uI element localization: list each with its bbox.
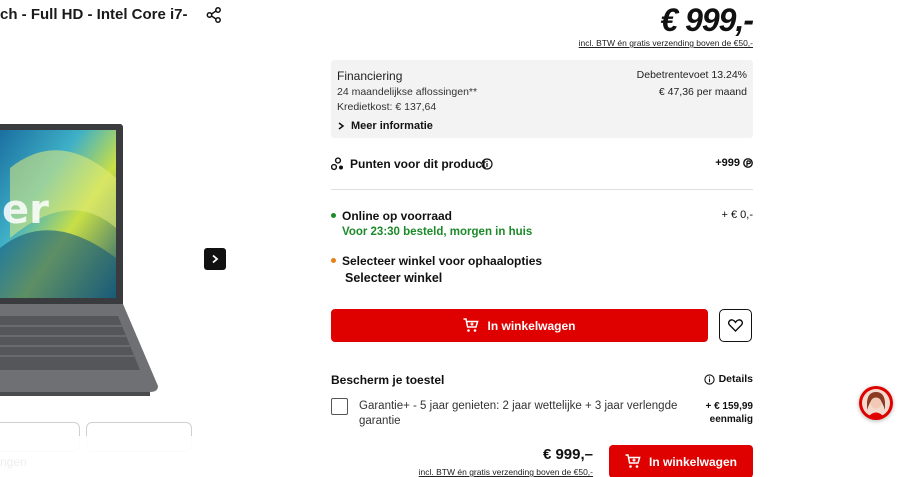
price-vat-note[interactable]: incl. BTW én gratis verzending boven de … [579, 38, 753, 48]
points-coin-icon [743, 158, 753, 168]
chevron-right-icon [338, 122, 345, 130]
stock-status-dot [331, 213, 336, 218]
sticky-vat-note[interactable]: incl. BTW én gratis verzending boven de … [419, 467, 593, 477]
warranty-checkbox[interactable] [331, 398, 348, 415]
points-row: Punten voor dit product +999 [331, 155, 753, 175]
more-info-link[interactable]: Meer informatie [337, 120, 433, 132]
financing-credit-cost: Kredietkost: € 137,64 [337, 101, 437, 113]
details-link[interactable]: Details [703, 373, 753, 385]
financing-title: Financiering [337, 69, 403, 83]
add-to-cart-label: In winkelwagen [487, 318, 576, 333]
sticky-price: € 999,– [542, 446, 593, 463]
select-store-link[interactable]: Selecteer winkel [345, 271, 442, 285]
financing-monthly: € 47,36 per maand [658, 86, 747, 98]
wishlist-button[interactable] [719, 309, 752, 342]
financing-panel: Financiering Debetrentevoet 13.24% 24 ma… [331, 60, 753, 138]
sticky-add-to-cart-label: In winkelwagen [648, 454, 738, 469]
gallery-next-button[interactable] [204, 248, 226, 270]
delivery-time-text: Voor 23:30 besteld, morgen in huis [342, 226, 533, 238]
points-value: +999 [715, 157, 753, 169]
online-delivery-price: + € 0,- [721, 209, 754, 221]
points-label: Punten voor dit product [350, 157, 486, 171]
sticky-add-to-cart-button[interactable]: In winkelwagen [609, 445, 753, 477]
online-stock-label: Online op voorraad [342, 209, 453, 223]
divider [331, 189, 753, 190]
store-status-dot [331, 258, 336, 263]
product-title: ch - Full HD - Intel Core i7- [0, 6, 188, 23]
protection-title: Bescherm je toestel [331, 373, 445, 387]
svg-text:er: er [2, 187, 49, 233]
info-icon [703, 373, 715, 385]
chat-assistant-avatar[interactable] [859, 386, 893, 420]
store-pickup-label: Selecteer winkel voor ophaalopties [342, 254, 543, 268]
cart-icon [625, 454, 641, 468]
financing-installments: 24 maandelijkse aflossingen** [337, 86, 478, 98]
chevron-right-icon [212, 254, 219, 264]
info-icon[interactable] [481, 158, 493, 170]
assistant-avatar-icon [862, 389, 890, 417]
financing-rate: Debetrentevoet 13.24% [636, 69, 747, 81]
warranty-price: + € 159,99 eenmalig [705, 401, 753, 425]
more-info-label: Meer informatie [351, 120, 433, 132]
share-icon[interactable] [205, 6, 223, 24]
product-price: € 999,- [660, 2, 754, 38]
details-label: Details [718, 373, 753, 385]
cart-icon [463, 318, 480, 332]
product-image[interactable]: er [0, 108, 180, 408]
points-icon [331, 157, 343, 171]
add-to-cart-button[interactable]: In winkelwagen [331, 309, 708, 342]
warranty-description: Garantie+ - 5 jaar genieten: 2 jaar wett… [359, 400, 678, 427]
heart-icon [728, 319, 743, 332]
